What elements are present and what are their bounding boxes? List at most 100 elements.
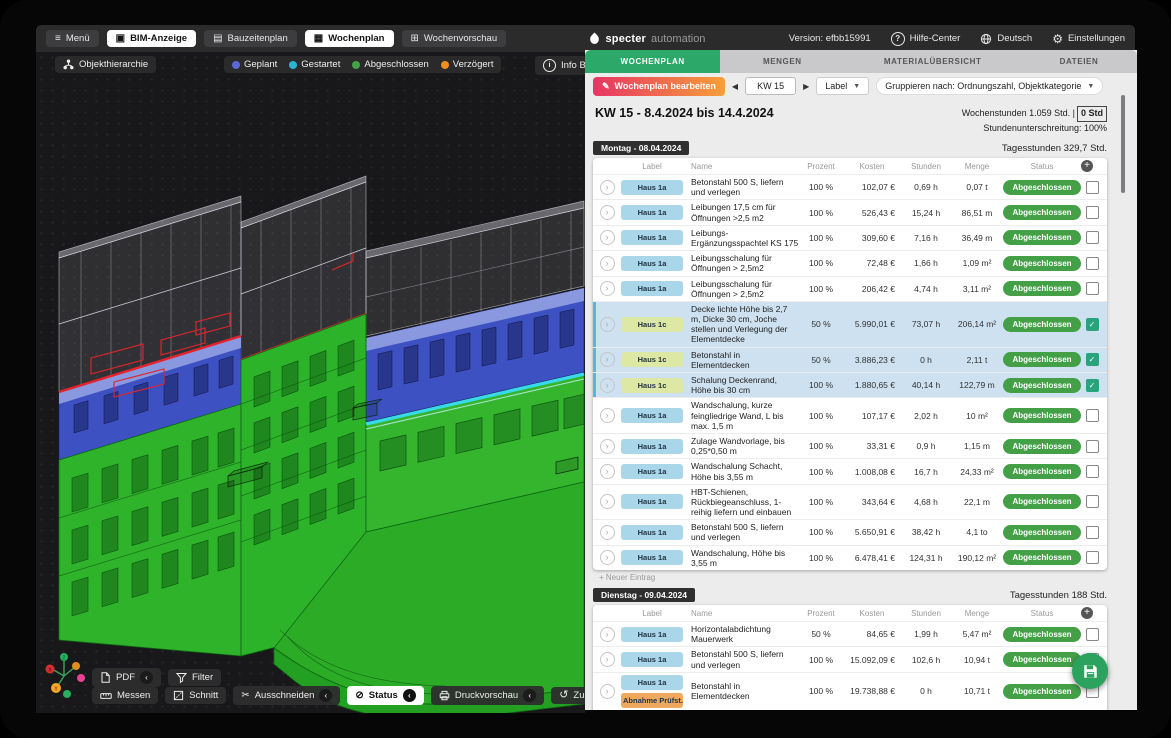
ausschneiden-button[interactable]: ✂Ausschneiden‹ <box>233 686 340 705</box>
status-badge[interactable]: Abgeschlossen <box>1003 352 1080 367</box>
row-checkbox[interactable]: ✓ <box>1086 379 1099 392</box>
language-button[interactable]: Deutsch <box>980 33 1032 45</box>
tab-materialübersicht[interactable]: MATERIALÜBERSICHT <box>844 50 1021 73</box>
group-by-dropdown[interactable]: Gruppieren nach: Ordnungszahl, Objektkat… <box>876 77 1103 95</box>
help-center-button[interactable]: ? Hilfe-Center <box>891 32 961 46</box>
panel-scrollbar[interactable] <box>1121 95 1125 193</box>
expand-row-icon[interactable]: › <box>600 256 615 271</box>
menu-button[interactable]: ≡ Menü <box>46 30 99 47</box>
expand-row-icon[interactable]: › <box>600 550 615 565</box>
status-badge[interactable]: Abgeschlossen <box>1003 494 1080 509</box>
collapse-toggle-icon[interactable]: ‹ <box>319 689 332 702</box>
row-checkbox[interactable] <box>1086 628 1099 641</box>
row-checkbox[interactable] <box>1086 465 1099 478</box>
table-row[interactable]: ›Haus 1aLeibungsschalung für Öffnungen >… <box>593 277 1107 302</box>
add-row-button[interactable]: + <box>1081 607 1093 619</box>
row-checkbox[interactable]: ✓ <box>1086 353 1099 366</box>
table-row[interactable]: ›Haus 1aBetonstahl 500 S, liefern und ve… <box>593 647 1107 672</box>
expand-row-icon[interactable]: › <box>600 180 615 195</box>
table-row[interactable]: ›Haus 1cDecke lichte Höhe bis 2,7 m, Dic… <box>593 302 1107 348</box>
info-box-button[interactable]: i Info Box <box>535 56 585 75</box>
status-badge[interactable]: Abgeschlossen <box>1003 525 1080 540</box>
row-checkbox[interactable] <box>1086 440 1099 453</box>
tab-mengen[interactable]: MENGEN <box>720 50 844 73</box>
schnitt-button[interactable]: Schnitt <box>165 687 226 704</box>
collapse-toggle-icon[interactable]: ‹ <box>140 671 153 684</box>
status-badge[interactable]: Abgeschlossen <box>1003 180 1080 195</box>
row-checkbox[interactable] <box>1086 181 1099 194</box>
next-week-button[interactable]: ▶ <box>803 82 809 91</box>
axes-gizmo[interactable]: Z X Y <box>44 650 88 700</box>
tab-wochenplan[interactable]: WOCHENPLAN <box>585 50 720 73</box>
save-button[interactable] <box>1072 653 1108 689</box>
label-filter-dropdown[interactable]: Label ▼ <box>816 77 869 95</box>
status-badge[interactable]: Abgeschlossen <box>1003 550 1080 565</box>
bim-viewport[interactable]: Objekthierarchie GeplantGestartetAbgesch… <box>36 52 585 713</box>
week-selector[interactable]: KW 15 <box>745 77 796 95</box>
status-badge[interactable]: Abgeschlossen <box>1003 408 1080 423</box>
table-row[interactable]: ›Haus 1aZulage Wandvorlage, bis 0,25*0,5… <box>593 434 1107 459</box>
expand-row-icon[interactable]: › <box>600 205 615 220</box>
expand-row-icon[interactable]: › <box>600 439 615 454</box>
row-checkbox[interactable] <box>1086 231 1099 244</box>
table-row[interactable]: ›Haus 1aLeibungs-Ergänzungsspachtel KS 1… <box>593 226 1107 251</box>
nav-wochenplan[interactable]: ▦Wochenplan <box>305 30 394 47</box>
expand-row-icon[interactable]: › <box>600 230 615 245</box>
nav-wochenvorschau[interactable]: ⊞Wochenvorschau <box>402 30 507 47</box>
zurücksetzen-button[interactable]: ↺Zurücksetzen <box>551 687 585 704</box>
expand-row-icon[interactable]: › <box>600 281 615 296</box>
expand-row-icon[interactable]: › <box>600 652 615 667</box>
status-badge[interactable]: Abgeschlossen <box>1003 317 1080 332</box>
expand-row-icon[interactable]: › <box>600 378 615 393</box>
table-row[interactable]: ›Haus 1aHBT-Schienen, Rückbiegeanschluss… <box>593 485 1107 521</box>
row-checkbox[interactable] <box>1086 495 1099 508</box>
status-badge[interactable]: Abgeschlossen <box>1003 652 1080 667</box>
table-row[interactable]: ›Haus 1aAbnahme Prüfst..Betonstahl in El… <box>593 673 1107 710</box>
expand-row-icon[interactable]: › <box>600 494 615 509</box>
status-badge[interactable]: Abgeschlossen <box>1003 378 1080 393</box>
table-row[interactable]: ›Haus 1aWandschalung Schacht, Höhe bis 3… <box>593 459 1107 484</box>
table-row[interactable]: ›Haus 1cBetonstahl in Elementdecken50 %3… <box>593 348 1107 373</box>
filter-button[interactable]: Filter <box>168 669 221 686</box>
messen-button[interactable]: Messen <box>92 687 158 704</box>
status-badge[interactable]: Abgeschlossen <box>1003 256 1080 271</box>
nav-bauzeitenplan[interactable]: ▤Bauzeitenplan <box>204 30 297 47</box>
table-row[interactable]: ›Haus 1aHorizontalabdichtung Mauerwerk50… <box>593 622 1107 647</box>
status-badge[interactable]: Abgeschlossen <box>1003 464 1080 479</box>
status-badge[interactable]: Abgeschlossen <box>1003 439 1080 454</box>
expand-row-icon[interactable]: › <box>600 408 615 423</box>
table-row[interactable]: ›Haus 1aWandschalung, kurze feingliedrig… <box>593 398 1107 434</box>
nav-bim-anzeige[interactable]: ▣BIM-Anzeige <box>107 30 196 47</box>
row-checkbox[interactable]: ✓ <box>1086 318 1099 331</box>
new-entry-link[interactable]: + Neuer Eintrag <box>599 573 1107 582</box>
pdf-button[interactable]: PDF‹ <box>92 668 161 687</box>
status-badge[interactable]: Abgeschlossen <box>1003 281 1080 296</box>
expand-row-icon[interactable]: › <box>600 464 615 479</box>
table-row[interactable]: ›Haus 1aBetonstahl 500 S, liefern und ve… <box>593 175 1107 200</box>
status-badge[interactable]: Abgeschlossen <box>1003 627 1080 642</box>
prev-week-button[interactable]: ◀ <box>732 82 738 91</box>
object-hierarchy-button[interactable]: Objekthierarchie <box>55 56 156 73</box>
status-badge[interactable]: Abgeschlossen <box>1003 684 1080 699</box>
table-row[interactable]: ›Haus 1aWandschalung, Höhe bis 3,55 m100… <box>593 546 1107 570</box>
edit-wochenplan-button[interactable]: ✎ Wochenplan bearbeiten <box>593 77 725 96</box>
row-checkbox[interactable] <box>1086 409 1099 422</box>
row-checkbox[interactable] <box>1086 526 1099 539</box>
collapse-toggle-icon[interactable]: ‹ <box>403 689 416 702</box>
row-checkbox[interactable] <box>1086 206 1099 219</box>
row-checkbox[interactable] <box>1086 257 1099 270</box>
expand-row-icon[interactable]: › <box>600 627 615 642</box>
expand-row-icon[interactable]: › <box>600 525 615 540</box>
status-badge[interactable]: Abgeschlossen <box>1003 205 1080 220</box>
collapse-toggle-icon[interactable]: ‹ <box>523 689 536 702</box>
status-button[interactable]: ⊘Status‹ <box>347 686 423 705</box>
table-row[interactable]: ›Haus 1aLeibungsschalung für Öffnungen >… <box>593 251 1107 276</box>
tab-dateien[interactable]: DATEIEN <box>1021 50 1137 73</box>
table-row[interactable]: ›Haus 1cSchalung Deckenrand, Höhe bis 30… <box>593 373 1107 398</box>
table-row[interactable]: ›Haus 1aBetonstahl 500 S, liefern und ve… <box>593 520 1107 545</box>
row-checkbox[interactable] <box>1086 282 1099 295</box>
druckvorschau-button[interactable]: Druckvorschau‹ <box>431 686 544 705</box>
table-row[interactable]: ›Haus 1aLeibungen 17,5 cm für Öffnungen … <box>593 200 1107 225</box>
row-checkbox[interactable] <box>1086 551 1099 564</box>
expand-row-icon[interactable]: › <box>600 352 615 367</box>
